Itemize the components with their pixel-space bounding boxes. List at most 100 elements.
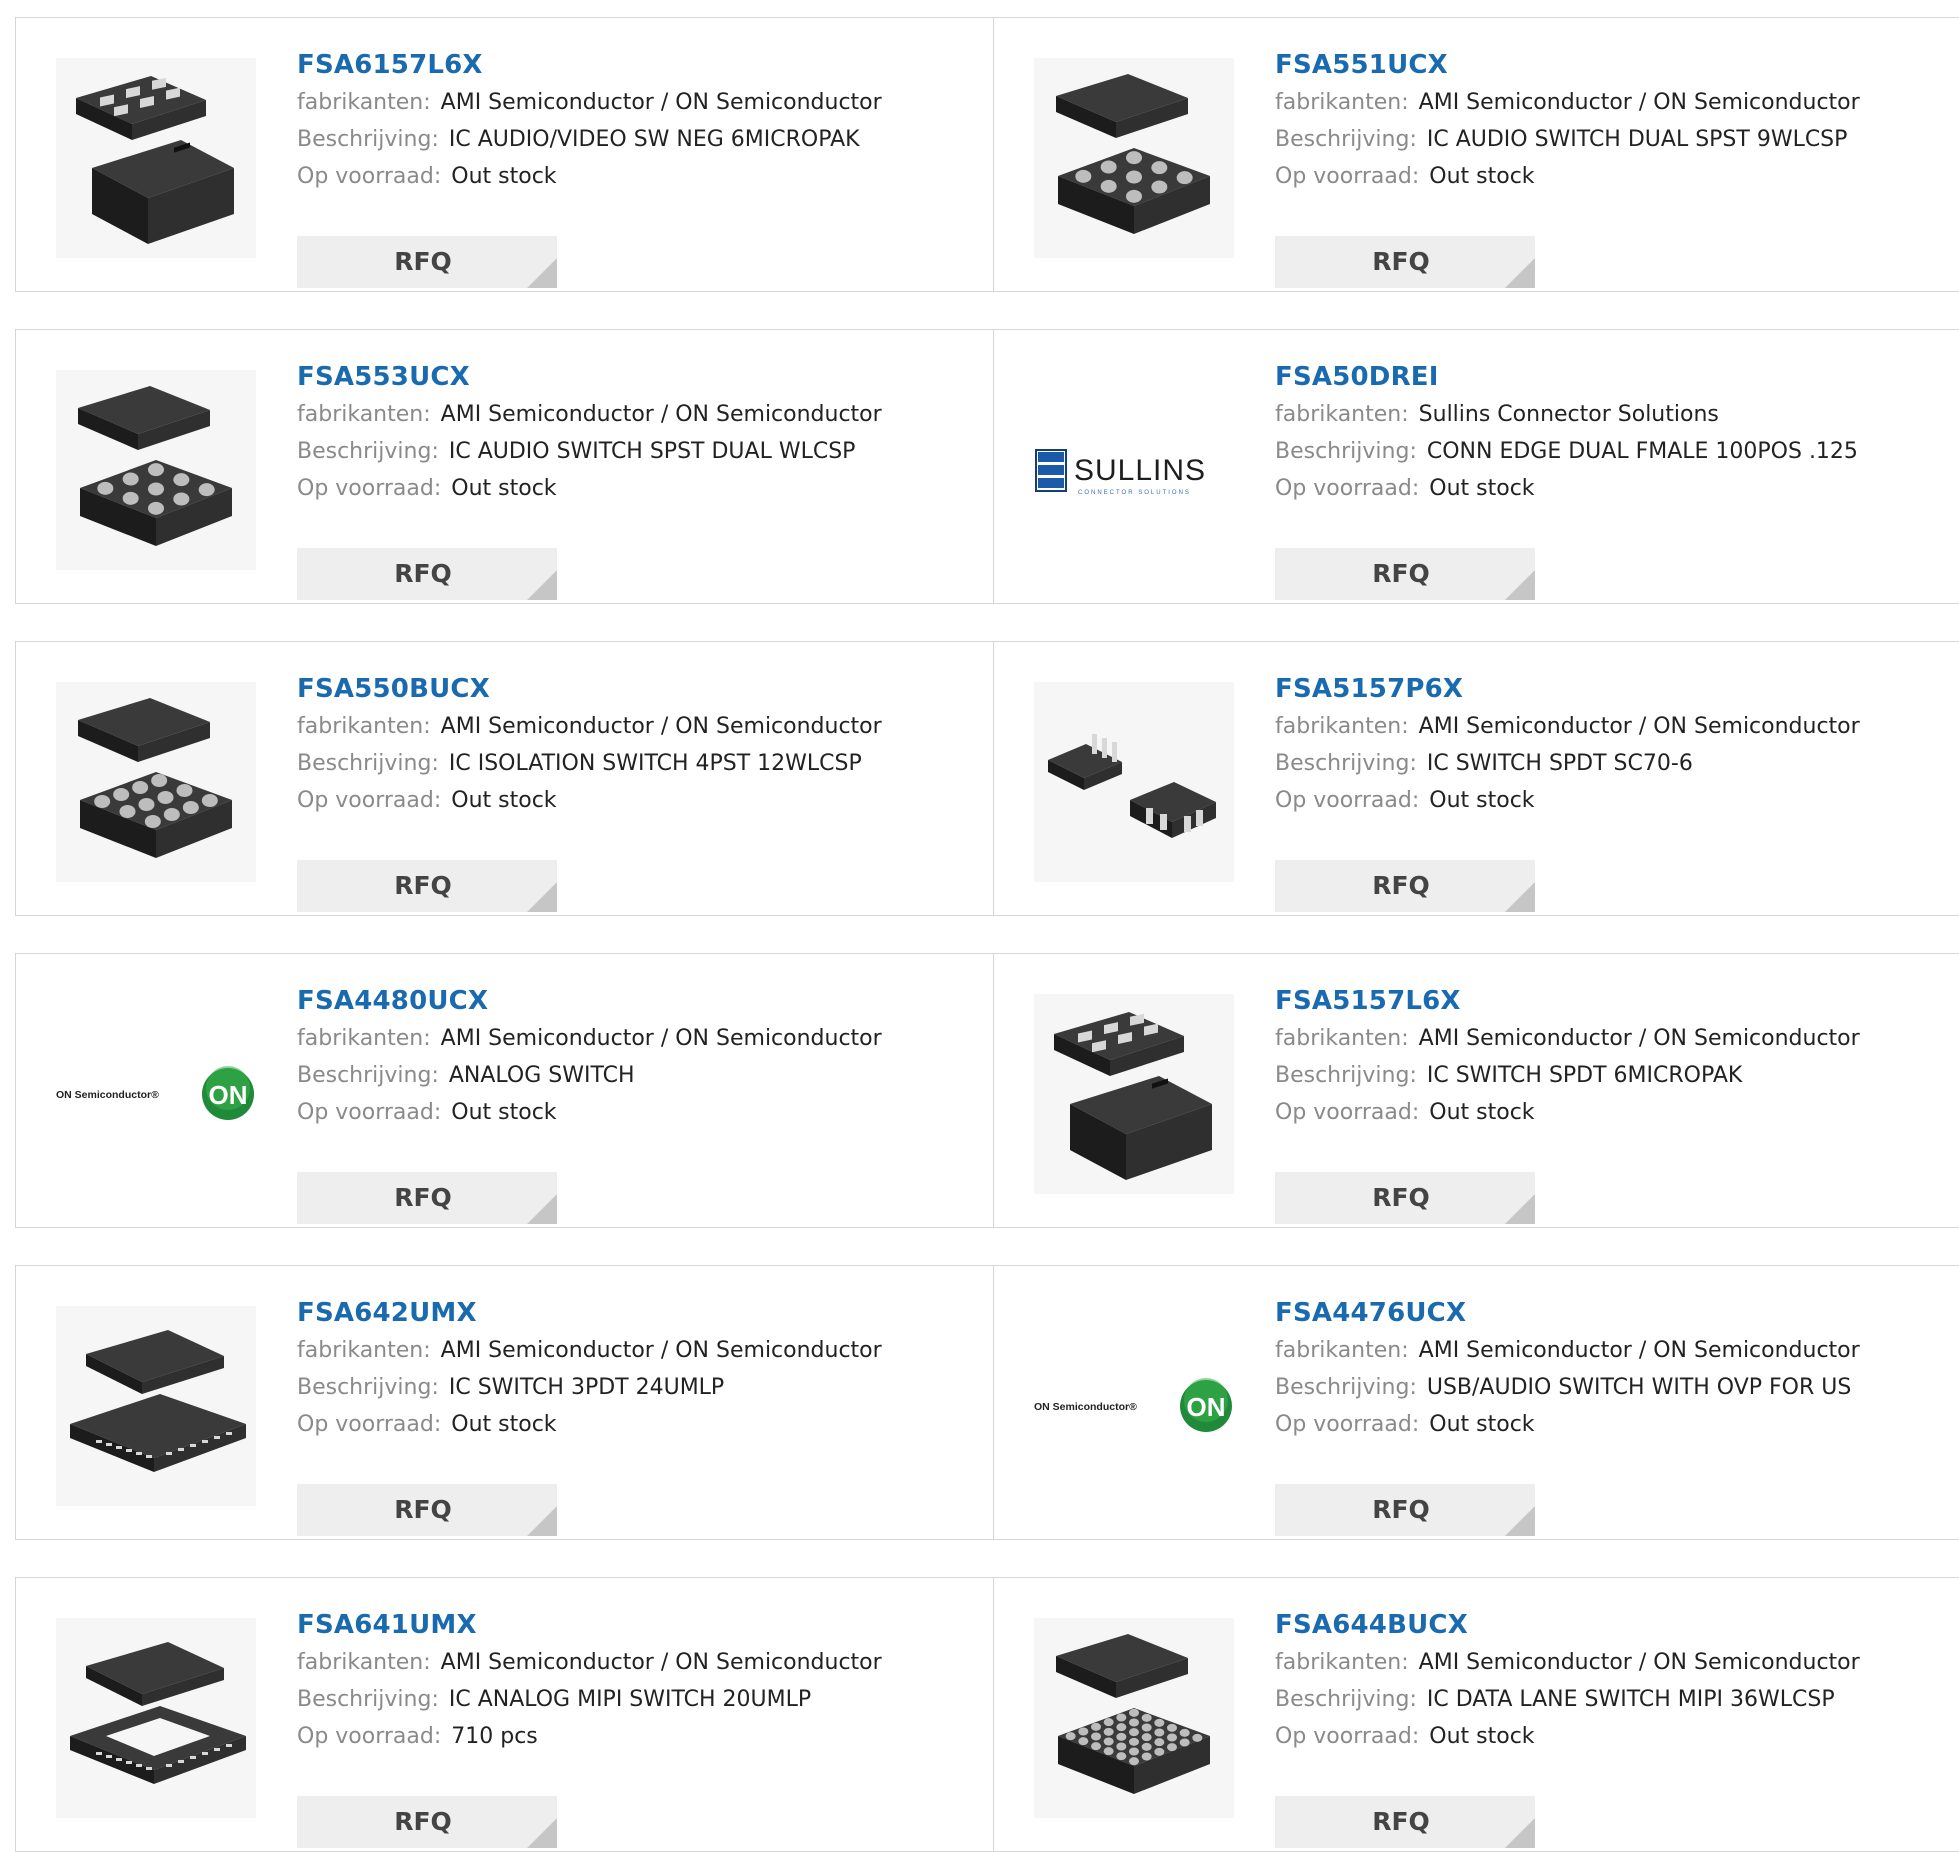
rfq-button[interactable]: RFQ <box>1275 1484 1535 1536</box>
product-row: ON Semiconductor® ON FSA4480UCX fabrikant… <box>15 953 1959 1228</box>
rfq-button[interactable]: RFQ <box>297 236 557 288</box>
description-row: Beschrijving: IC SWITCH 3PDT 24UMLP <box>297 1369 977 1406</box>
manufacturer-value: AMI Semiconductor / ON Semiconductor <box>440 714 882 739</box>
stock-value: Out stock <box>451 1100 557 1125</box>
description-value: ANALOG SWITCH <box>448 1063 635 1088</box>
part-number-link[interactable]: FSA642UMX <box>297 1296 977 1332</box>
corner-triangle-icon <box>527 570 557 600</box>
rfq-button[interactable]: RFQ <box>1275 548 1535 600</box>
manufacturer-value: AMI Semiconductor / ON Semiconductor <box>440 90 882 115</box>
part-number-link[interactable]: FSA641UMX <box>297 1608 977 1644</box>
product-info: FSA644BUCX fabrikanten: AMI Semiconductor… <box>1275 1608 1955 1848</box>
manufacturer-label: fabrikanten: <box>297 402 431 427</box>
svg-text:ON: ON <box>1187 1392 1226 1422</box>
product-info: FSA642UMX fabrikanten: AMI Semiconductor … <box>297 1296 977 1536</box>
stock-row: Op voorraad: Out stock <box>1275 1406 1955 1443</box>
manufacturer-row: fabrikanten: AMI Semiconductor / ON Semic… <box>297 396 977 433</box>
part-number-link[interactable]: FSA5157L6X <box>1275 984 1955 1020</box>
rfq-button[interactable]: RFQ <box>297 1172 557 1224</box>
product-card-fsa550bucx: FSA550BUCX fabrikanten: AMI Semiconductor… <box>16 642 994 915</box>
micropak-6-icon <box>76 76 234 244</box>
product-image[interactable] <box>56 682 256 882</box>
description-row: Beschrijving: IC AUDIO/VIDEO SW NEG 6MICR… <box>297 121 977 158</box>
rfq-label: RFQ <box>394 247 452 276</box>
part-number-link[interactable]: FSA551UCX <box>1275 48 1955 84</box>
rfq-button[interactable]: RFQ <box>297 1484 557 1536</box>
manufacturer-row: fabrikanten: AMI Semiconductor / ON Semic… <box>297 708 977 745</box>
description-value: IC SWITCH SPDT 6MICROPAK <box>1426 1063 1743 1088</box>
rfq-label: RFQ <box>394 871 452 900</box>
manufacturer-row: fabrikanten: AMI Semiconductor / ON Semic… <box>297 84 977 121</box>
product-row: FSA641UMX fabrikanten: AMI Semiconductor … <box>15 1577 1959 1852</box>
product-card-fsa644bucx: FSA644BUCX fabrikanten: AMI Semiconductor… <box>994 1578 1959 1851</box>
part-number-link[interactable]: FSA550BUCX <box>297 672 977 708</box>
rfq-button[interactable]: RFQ <box>1275 236 1535 288</box>
product-image[interactable] <box>56 370 256 570</box>
product-image[interactable] <box>1034 58 1234 258</box>
manufacturer-value: AMI Semiconductor / ON Semiconductor <box>440 402 882 427</box>
description-value: IC AUDIO SWITCH DUAL SPST 9WLCSP <box>1426 127 1848 152</box>
product-card-fsa50drei: SULLINS CONNECTOR SOLUTIONS FSA50DREI fab… <box>994 330 1959 603</box>
product-image[interactable] <box>1034 682 1234 882</box>
product-info: FSA550BUCX fabrikanten: AMI Semiconductor… <box>297 672 977 912</box>
product-image[interactable]: SULLINS CONNECTOR SOLUTIONS <box>1034 370 1234 570</box>
product-image[interactable] <box>56 1306 256 1506</box>
svg-text:ON Semiconductor®: ON Semiconductor® <box>56 1089 159 1101</box>
stock-label: Op voorraad: <box>1275 476 1420 501</box>
stock-row: Op voorraad: Out stock <box>297 1406 977 1443</box>
part-number-link[interactable]: FSA4476UCX <box>1275 1296 1955 1332</box>
description-row: Beschrijving: CONN EDGE DUAL FMALE 100POS… <box>1275 433 1955 470</box>
part-number-link[interactable]: FSA6157L6X <box>297 48 977 84</box>
part-number-link[interactable]: FSA553UCX <box>297 360 977 396</box>
corner-triangle-icon <box>527 1818 557 1848</box>
product-image[interactable] <box>56 58 256 258</box>
description-row: Beschrijving: IC DATA LANE SWITCH MIPI 36… <box>1275 1681 1955 1718</box>
description-label: Beschrijving: <box>297 751 439 776</box>
stock-value: Out stock <box>1429 476 1535 501</box>
manufacturer-value: AMI Semiconductor / ON Semiconductor <box>1418 1026 1860 1051</box>
stock-value: Out stock <box>451 1412 557 1437</box>
rfq-button[interactable]: RFQ <box>1275 860 1535 912</box>
rfq-button[interactable]: RFQ <box>297 1796 557 1848</box>
rfq-button[interactable]: RFQ <box>1275 1796 1535 1848</box>
description-label: Beschrijving: <box>297 1687 439 1712</box>
product-card-fsa551ucx: FSA551UCX fabrikanten: AMI Semiconductor … <box>994 18 1959 291</box>
product-image[interactable]: ON Semiconductor® ON <box>56 994 256 1194</box>
part-number-link[interactable]: FSA644BUCX <box>1275 1608 1955 1644</box>
part-number-link[interactable]: FSA50DREI <box>1275 360 1955 396</box>
description-row: Beschrijving: USB/AUDIO SWITCH WITH OVP F… <box>1275 1369 1955 1406</box>
stock-row: Op voorraad: 710 pcs <box>297 1718 977 1755</box>
part-number-link[interactable]: FSA4480UCX <box>297 984 977 1020</box>
manufacturer-value: AMI Semiconductor / ON Semiconductor <box>440 1650 882 1675</box>
product-image[interactable] <box>1034 1618 1234 1818</box>
description-row: Beschrijving: IC SWITCH SPDT SC70-6 <box>1275 745 1955 782</box>
stock-label: Op voorraad: <box>297 788 442 813</box>
product-image[interactable] <box>56 1618 256 1818</box>
description-row: Beschrijving: IC ANALOG MIPI SWITCH 20UML… <box>297 1681 977 1718</box>
rfq-button[interactable]: RFQ <box>297 548 557 600</box>
description-label: Beschrijving: <box>297 1375 439 1400</box>
part-number-link[interactable]: FSA5157P6X <box>1275 672 1955 708</box>
manufacturer-label: fabrikanten: <box>297 1026 431 1051</box>
wlcsp-9-icon <box>1056 74 1210 234</box>
stock-label: Op voorraad: <box>297 476 442 501</box>
product-image[interactable]: ON Semiconductor® ON <box>1034 1306 1234 1506</box>
rfq-button[interactable]: RFQ <box>297 860 557 912</box>
manufacturer-value: AMI Semiconductor / ON Semiconductor <box>1418 1650 1860 1675</box>
product-card-fsa641umx: FSA641UMX fabrikanten: AMI Semiconductor … <box>16 1578 994 1851</box>
rfq-button[interactable]: RFQ <box>1275 1172 1535 1224</box>
product-info: FSA4480UCX fabrikanten: AMI Semiconductor… <box>297 984 977 1224</box>
manufacturer-value: AMI Semiconductor / ON Semiconductor <box>1418 714 1860 739</box>
corner-triangle-icon <box>1505 570 1535 600</box>
product-card-fsa5157l6x: FSA5157L6X fabrikanten: AMI Semiconductor… <box>994 954 1959 1227</box>
product-row: FSA642UMX fabrikanten: AMI Semiconductor … <box>15 1265 1959 1540</box>
manufacturer-row: fabrikanten: Sullins Connector Solutions <box>1275 396 1955 433</box>
corner-triangle-icon <box>527 1506 557 1536</box>
manufacturer-value: AMI Semiconductor / ON Semiconductor <box>1418 1338 1860 1363</box>
product-card-fsa4476ucx: ON Semiconductor® ON FSA4476UCX fabrikant… <box>994 1266 1959 1539</box>
description-row: Beschrijving: IC ISOLATION SWITCH 4PST 12… <box>297 745 977 782</box>
wlcsp-36-icon <box>1056 1634 1210 1794</box>
product-image[interactable] <box>1034 994 1234 1194</box>
manufacturer-row: fabrikanten: AMI Semiconductor / ON Semic… <box>1275 1644 1955 1681</box>
rfq-label: RFQ <box>1372 559 1430 588</box>
